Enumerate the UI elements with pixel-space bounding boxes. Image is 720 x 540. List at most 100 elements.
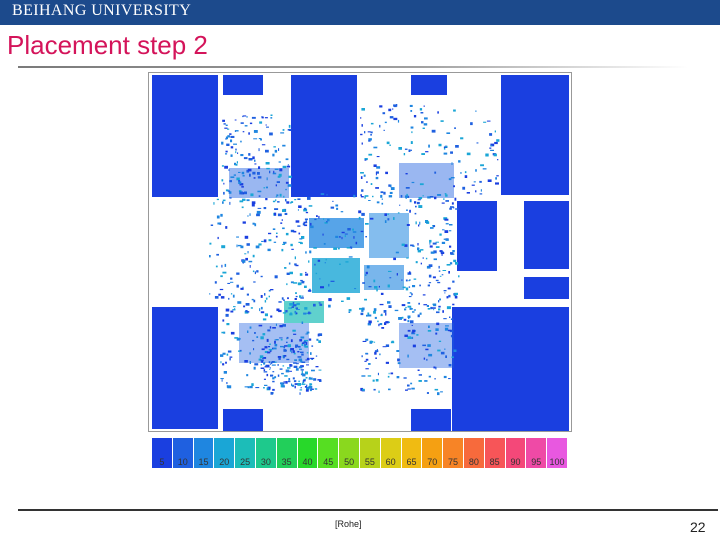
standard-cell [289,271,293,275]
standard-cell [383,191,386,195]
standard-cell [253,130,258,133]
standard-cell [384,121,387,124]
standard-cell [261,116,264,119]
standard-cell [394,309,399,312]
standard-cell [387,213,389,215]
standard-cell [269,368,271,370]
standard-cell [383,129,385,131]
standard-cell [365,358,369,361]
standard-cell [443,290,447,292]
standard-cell [270,117,273,119]
colorbar-label: 50 [344,457,355,467]
standard-cell [310,225,314,229]
standard-cell [209,242,212,245]
standard-cell [260,367,265,369]
standard-cell [274,275,278,279]
standard-cell [449,224,453,226]
standard-cell [408,280,410,282]
standard-cell [345,261,349,263]
standard-cell [304,386,307,388]
standard-cell [309,383,312,386]
standard-cell [295,295,298,298]
standard-cell [222,201,224,204]
standard-cell [402,286,406,289]
standard-cell [397,119,400,123]
standard-cell [373,388,376,391]
standard-cell [282,144,286,147]
standard-cell [299,339,303,342]
colorbar-label: 95 [531,457,542,467]
standard-cell [249,265,251,268]
standard-cell [435,366,437,370]
standard-cell [285,188,287,191]
standard-cell [240,122,244,124]
standard-cell [286,165,291,168]
standard-cell [462,186,466,190]
standard-cell [286,283,288,286]
standard-cell [301,353,304,356]
standard-cell [313,303,316,307]
standard-cell [439,275,442,277]
standard-cell [215,265,218,268]
standard-cell [281,297,284,300]
standard-cell [439,298,441,301]
standard-cell [305,377,308,379]
standard-cell [418,197,423,200]
standard-cell [405,279,408,282]
standard-cell [286,201,290,204]
standard-cell [319,303,323,306]
standard-cell [405,306,407,309]
standard-cell [219,288,224,291]
standard-cell [285,369,290,373]
standard-cell [314,388,317,390]
standard-cell [444,348,446,350]
standard-cell [306,312,308,314]
footer-divider [18,509,718,511]
standard-cell [406,257,409,259]
standard-cell [307,311,311,315]
standard-cell [216,253,219,256]
standard-cell [442,310,444,313]
standard-cell [378,285,380,288]
standard-cell [367,375,372,377]
standard-cell [433,225,436,228]
standard-cell [274,208,279,210]
standard-cell [225,226,228,229]
standard-cell [226,385,228,388]
standard-cell [458,275,460,278]
standard-cell [223,123,226,125]
standard-cell [407,302,411,304]
standard-cell [296,309,300,310]
standard-cell [270,289,274,291]
standard-cell [414,201,417,204]
standard-cell [395,251,399,254]
standard-cell [249,326,252,329]
standard-cell [344,233,348,235]
standard-cell [315,366,319,368]
standard-cell [405,287,409,291]
standard-cell [446,132,451,134]
standard-cell [448,230,452,232]
standard-cell [403,153,406,156]
standard-cell [451,162,453,165]
standard-cell [439,233,442,236]
standard-cell [229,133,232,135]
standard-cell [389,116,394,119]
standard-cell [330,206,335,209]
standard-cell [425,257,428,260]
standard-cell [339,263,341,265]
standard-cell [369,217,374,220]
standard-cell [365,352,368,354]
standard-cell [381,327,385,329]
standard-cell [495,177,497,180]
standard-cell [444,218,449,221]
standard-cell [449,316,451,318]
standard-cell [455,145,459,148]
standard-cell [420,249,424,251]
standard-cell [433,258,437,261]
standard-cell [374,316,377,319]
colorbar-cell: 55 [359,438,381,468]
standard-cell [432,242,437,245]
standard-cell [443,198,445,200]
standard-cell [274,339,276,341]
